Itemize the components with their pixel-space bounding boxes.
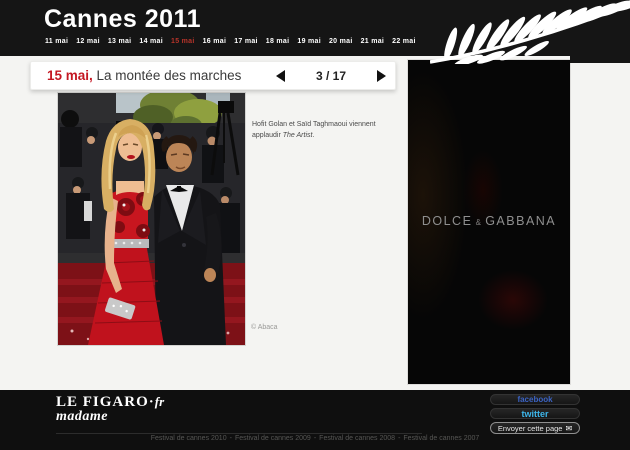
ad-shadow-red [478, 270, 548, 330]
date-tab-15-mai-active[interactable]: 15 mai [171, 38, 195, 45]
arrow-right-icon [377, 70, 386, 82]
palm-leaf-icon [430, 0, 630, 64]
date-tab-20-mai[interactable]: 20 mai [329, 38, 353, 45]
ad-shadow-figure [408, 70, 468, 320]
date-tab-14-mai[interactable]: 14 mai [139, 38, 163, 45]
photo-caption: Hofit Golan et Saïd Taghmaoui viennent a… [252, 120, 384, 142]
ad-brand-dolce: DOLCE [422, 214, 473, 228]
link-separator: - [398, 435, 400, 442]
photo-counter: 3 / 17 [287, 69, 375, 83]
date-tab-11-mai[interactable]: 11 mai [45, 38, 68, 45]
footer-divider [56, 433, 422, 434]
previous-photo-button[interactable] [275, 69, 287, 83]
date-tab-12-mai[interactable]: 12 mai [76, 38, 100, 45]
gallery-title-bar: 15 mai, La montée des marches 3 / 17 [30, 61, 396, 90]
envelope-icon: ✉ [565, 424, 572, 433]
send-page-label: Envoyer cette page [498, 424, 563, 433]
gallery-title-text: La montée des marches [93, 68, 242, 83]
link-festival-2008[interactable]: Festival de cannes 2008 [319, 435, 395, 442]
page-title: Cannes 2011 [44, 5, 201, 34]
caption-movie-title: The Artist [283, 132, 313, 139]
date-tab-22-mai[interactable]: 22 mai [392, 38, 416, 45]
caption-period: . [312, 132, 314, 139]
date-tab-18-mai[interactable]: 18 mai [266, 38, 290, 45]
gallery-controls: 3 / 17 [275, 69, 387, 83]
share-buttons: facebook twitter Envoyer cette page✉ [490, 394, 580, 437]
red-carpet-photo-illustration [58, 93, 245, 345]
link-festival-2010[interactable]: Festival de cannes 2010 [151, 435, 227, 442]
logo-madame-text: madame [56, 409, 164, 425]
photo-credit: © Abaca [251, 324, 278, 331]
date-tab-19-mai[interactable]: 19 mai [297, 38, 321, 45]
arrow-left-icon [276, 70, 285, 82]
date-tab-16-mai[interactable]: 16 mai [203, 38, 227, 45]
gallery-photo [57, 92, 246, 346]
date-navigation: 11 mai 12 mai 13 mai 14 mai 15 mai 16 ma… [45, 38, 416, 45]
facebook-share-button[interactable]: facebook [490, 394, 580, 405]
gallery-date-label: 15 mai, [47, 68, 93, 83]
lefigaro-madame-logo[interactable]: LE FIGARO·fr madame [56, 394, 164, 425]
link-separator: - [314, 435, 316, 442]
next-photo-button[interactable] [375, 69, 387, 83]
logo-fr-text: fr [155, 394, 164, 409]
ad-brand-wordmark: DOLCE & GABBANA [408, 214, 570, 228]
gallery-title: 15 mai, La montée des marches [47, 68, 241, 83]
footer-archive-links: Festival de cannes 2010-Festival de cann… [0, 435, 630, 442]
footer: LE FIGARO·fr madame facebook twitter Env… [0, 390, 630, 450]
ad-brand-ampersand: & [472, 218, 485, 227]
logo-figaro-text: LE FIGARO [56, 394, 149, 410]
link-separator: - [230, 435, 232, 442]
date-tab-21-mai[interactable]: 21 mai [361, 38, 385, 45]
page: Cannes 2011 11 mai 12 mai 13 mai 14 mai … [0, 0, 630, 450]
ad-brand-gabbana: GABBANA [485, 214, 556, 228]
date-tab-13-mai[interactable]: 13 mai [108, 38, 132, 45]
date-tab-17-mai[interactable]: 17 mai [234, 38, 258, 45]
twitter-share-button[interactable]: twitter [490, 408, 580, 419]
dolce-gabbana-ad[interactable]: DOLCE & GABBANA [408, 60, 570, 384]
send-page-button[interactable]: Envoyer cette page✉ [490, 422, 580, 434]
link-festival-2007[interactable]: Festival de cannes 2007 [403, 435, 479, 442]
link-festival-2009[interactable]: Festival de cannes 2009 [235, 435, 311, 442]
